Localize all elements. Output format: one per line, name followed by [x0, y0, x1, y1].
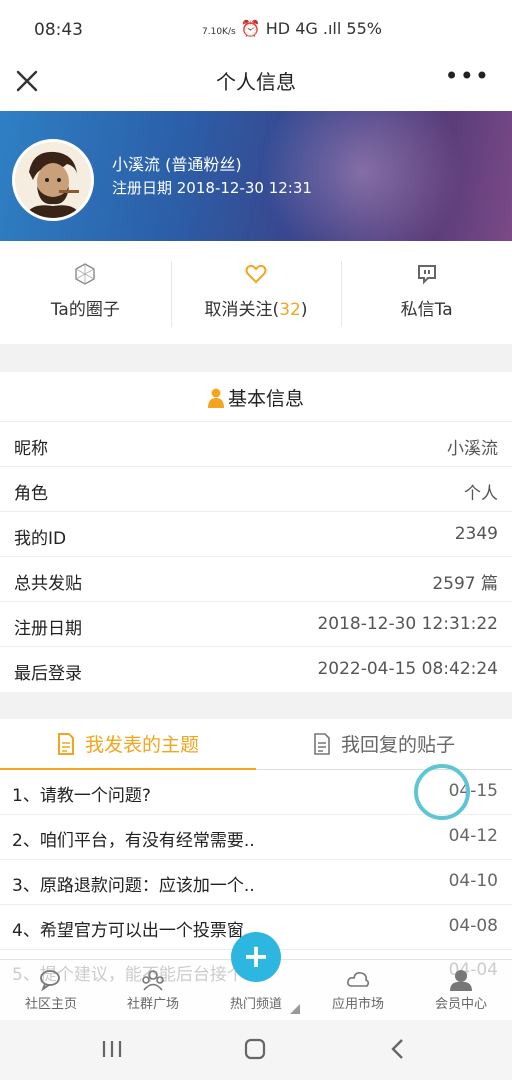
info-key: 注册日期	[14, 619, 82, 639]
tab-my-topics-label: 我发表的主题	[84, 734, 199, 756]
info-value: 个人	[464, 484, 498, 504]
follow-count: 32	[279, 300, 301, 320]
info-row-role: 角色 个人	[0, 467, 512, 512]
info-key: 总共发贴	[14, 574, 82, 594]
status-indicators: 7.10K/s ⏰ HD 4G .ıll 55%	[202, 19, 382, 38]
user-icon	[450, 970, 472, 991]
info-row-last-login: 最后登录 2022-04-15 08:42:24	[0, 647, 512, 692]
post-date: 04-10	[448, 871, 498, 891]
profile-register-date: 注册日期 2018-12-30 12:31	[112, 179, 312, 197]
unfollow-suffix: )	[300, 300, 308, 320]
heart-icon	[245, 264, 267, 284]
avatar[interactable]	[12, 139, 94, 221]
nav-community-home[interactable]: 社区主页	[0, 960, 102, 1021]
post-item[interactable]: 2、咱们平台，有没有经常需要.. 04-12	[0, 815, 512, 860]
info-value: 2022-04-15 08:42:24	[317, 659, 498, 679]
nav-label: 社区主页	[24, 997, 77, 1012]
post-item[interactable]: 3、原路退款问题：应该加一个.. 04-10	[0, 860, 512, 905]
back-icon[interactable]	[378, 1034, 418, 1064]
more-menu-icon[interactable]: •••	[445, 62, 490, 90]
circle-icon	[75, 263, 96, 285]
info-value: 2597 篇	[432, 574, 498, 594]
info-key: 我的ID	[14, 529, 67, 549]
network-speed-unit: K/s	[222, 27, 236, 37]
info-key: 角色	[14, 484, 48, 504]
basic-info-heading: 基本信息	[0, 372, 512, 422]
avatar-portrait-icon	[15, 142, 91, 218]
info-row-register-date: 注册日期 2018-12-30 12:31:22	[0, 602, 512, 647]
post-title: 2、咱们平台，有没有经常需要..	[12, 831, 255, 851]
document-icon	[314, 733, 330, 755]
message-label: 私信Ta	[400, 300, 453, 320]
basic-info-card: 基本信息 昵称 小溪流 角色 个人 我的ID 2349 总共发贴 2597 篇 …	[0, 372, 512, 692]
system-nav-bar	[0, 1020, 512, 1080]
banner-glow	[252, 111, 472, 241]
nav-app-market[interactable]: 应用市场	[307, 960, 409, 1021]
post-title: 3、原路退款问题：应该加一个..	[12, 876, 255, 896]
message-button[interactable]: 私信Ta	[341, 241, 512, 344]
nav-group-square[interactable]: 社群广场	[102, 960, 204, 1021]
tab-my-replies-label: 我回复的贴子	[340, 734, 455, 756]
nav-member-center[interactable]: 会员中心	[410, 960, 512, 1021]
nav-label: 会员中心	[434, 997, 487, 1012]
status-time: 08:43	[34, 20, 83, 40]
document-icon	[57, 733, 74, 755]
info-value: 2018-12-30 12:31:22	[317, 614, 498, 634]
action-row: Ta的圈子 取消关注(32) 私信Ta	[0, 241, 512, 344]
nav-label: 社群广场	[126, 997, 179, 1012]
profile-banner: 小溪流 (普通粉丝) 注册日期 2018-12-30 12:31	[0, 111, 512, 241]
title-bar: 个人信息 •••	[0, 60, 512, 111]
home-icon[interactable]	[235, 1034, 275, 1064]
touch-indicator	[414, 764, 470, 820]
info-row-id: 我的ID 2349	[0, 512, 512, 557]
post-date: 04-08	[448, 916, 498, 936]
post-title: 4、希望官方可以出一个投票窗..	[12, 921, 255, 941]
cloud-icon	[347, 972, 370, 987]
add-button[interactable]: +	[231, 932, 281, 982]
tab-my-replies[interactable]: 我回复的贴子	[256, 719, 512, 770]
info-row-nickname: 昵称 小溪流	[0, 422, 512, 467]
page-title: 个人信息	[216, 70, 296, 94]
message-icon	[417, 265, 436, 285]
recent-apps-icon[interactable]	[92, 1034, 132, 1064]
unfollow-text: 取消关注(	[204, 300, 280, 320]
status-icons: ⏰ HD 4G .ıll 55%	[240, 19, 382, 38]
post-title: 1、请教一个问题?	[12, 786, 151, 806]
chat-icon	[40, 970, 60, 991]
info-row-post-count: 总共发贴 2597 篇	[0, 557, 512, 602]
corner-triangle-icon	[290, 1004, 300, 1014]
info-key: 最后登录	[14, 664, 82, 684]
circle-label: Ta的圈子	[50, 300, 120, 320]
tab-my-topics[interactable]: 我发表的主题	[0, 719, 256, 770]
person-icon	[207, 388, 224, 408]
unfollow-button[interactable]: 取消关注(32)	[170, 241, 342, 344]
post-date: 04-12	[448, 826, 498, 846]
network-speed: 7.10	[202, 27, 223, 37]
info-key: 昵称	[14, 439, 48, 459]
posts-tabs: 我发表的主题 我回复的贴子	[0, 719, 512, 770]
status-bar: 08:43 7.10K/s ⏰ HD 4G .ıll 55%	[0, 0, 512, 60]
profile-name: 小溪流 (普通粉丝)	[112, 155, 242, 174]
info-value: 小溪流	[447, 439, 498, 459]
info-value: 2349	[454, 524, 498, 544]
group-icon	[142, 970, 164, 991]
posts-section: 我发表的主题 我回复的贴子 1、请教一个问题? 04-15 2、咱们平台，有没有…	[0, 719, 512, 959]
nav-label: 应用市场	[331, 997, 384, 1012]
circle-button[interactable]: Ta的圈子	[0, 241, 171, 344]
basic-info-title: 基本信息	[227, 388, 304, 410]
unfollow-label: 取消关注(32)	[171, 295, 342, 320]
